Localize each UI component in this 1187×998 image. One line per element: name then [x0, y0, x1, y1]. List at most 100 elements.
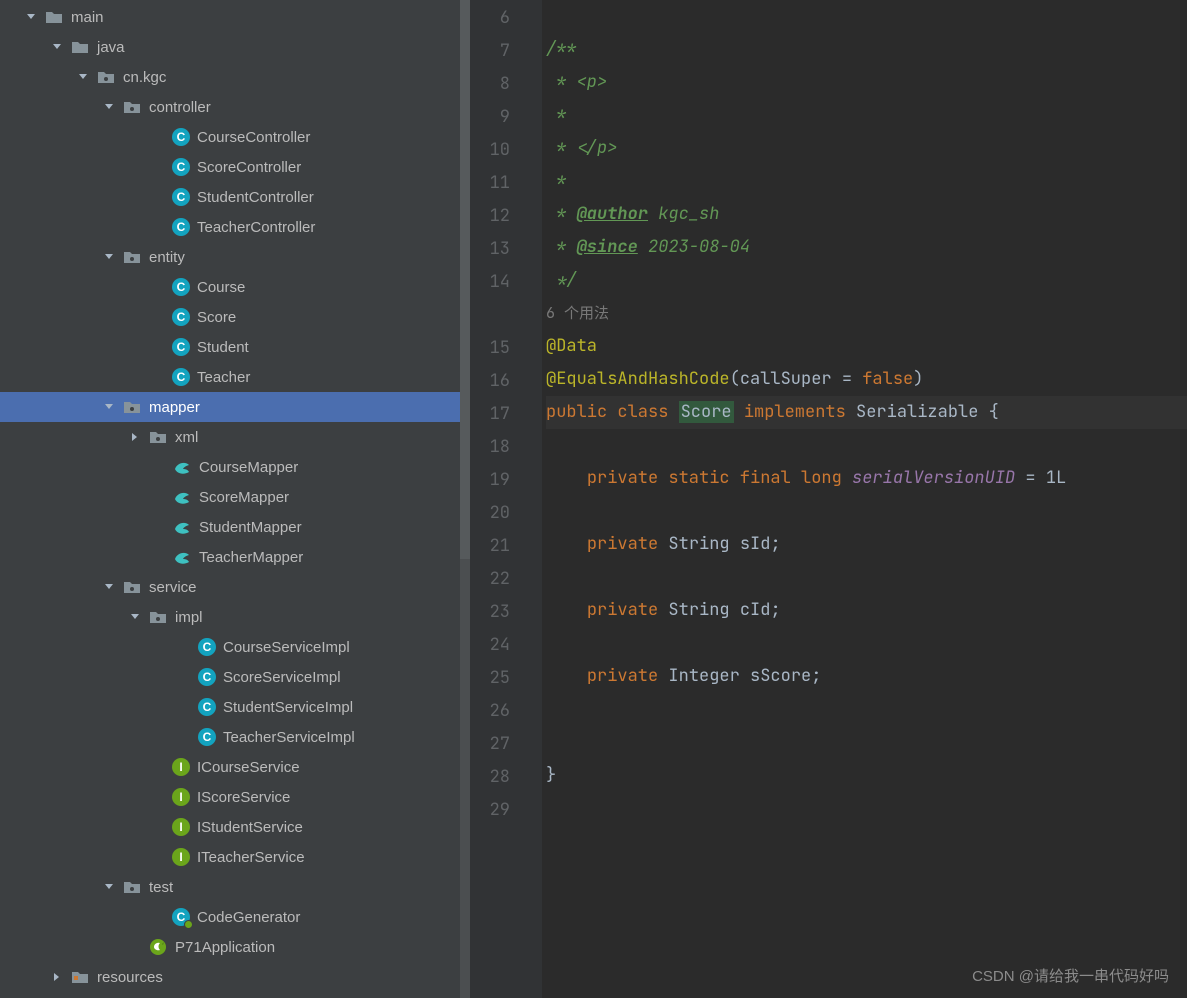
chevron-right-icon[interactable] — [126, 428, 144, 446]
tree-mapper-CourseMapper[interactable]: CourseMapper — [0, 452, 470, 482]
code-line[interactable]: /** — [546, 33, 1187, 66]
tree-folder-controller[interactable]: controller — [0, 92, 470, 122]
tree-class-TeacherServiceImpl[interactable]: CTeacherServiceImpl — [0, 722, 470, 752]
code-line[interactable]: * @since 2023-08-04 — [546, 231, 1187, 264]
tree-item-label: CourseServiceImpl — [223, 639, 350, 656]
folder-icon — [70, 37, 90, 57]
tree-class-TeacherController[interactable]: CTeacherController — [0, 212, 470, 242]
sidebar-scroll-thumb[interactable] — [460, 0, 470, 559]
mybatis-mapper-icon — [172, 457, 192, 477]
tree-class-CourseServiceImpl[interactable]: C CourseServiceImpl — [0, 632, 470, 662]
tree-item-label: mapper — [149, 399, 200, 416]
tree-folder-service[interactable]: service — [0, 572, 470, 602]
tree-item-label: ITeacherService — [197, 849, 305, 866]
tree-class-Student[interactable]: CStudent — [0, 332, 470, 362]
usage-hint-line[interactable]: 6 个用法 — [546, 297, 1187, 330]
tree-package-cn-kgc[interactable]: cn.kgc — [0, 62, 470, 92]
tree-item-label: CourseController — [197, 129, 310, 146]
usage-hint[interactable] — [480, 299, 510, 332]
chevron-down-icon[interactable] — [48, 38, 66, 56]
code-line[interactable] — [546, 495, 1187, 528]
code-line[interactable]: } — [546, 759, 1187, 792]
package-folder-icon — [148, 607, 168, 627]
tree-interface-ITeacherService[interactable]: IITeacherService — [0, 842, 470, 872]
chevron-down-icon[interactable] — [126, 608, 144, 626]
chevron-down-icon[interactable] — [22, 8, 40, 26]
tree-interface-ICourseService[interactable]: IICourseService — [0, 752, 470, 782]
class-icon: C — [172, 908, 190, 926]
tree-mapper-ScoreMapper[interactable]: ScoreMapper — [0, 482, 470, 512]
line-number: 6 — [480, 2, 510, 35]
tree-item-label: CodeGenerator — [197, 909, 300, 926]
chevron-down-icon[interactable] — [74, 68, 92, 86]
chevron-down-icon[interactable] — [100, 878, 118, 896]
class-icon: C — [172, 218, 190, 236]
tree-item-label: controller — [149, 99, 211, 116]
project-tree-panel[interactable]: mainjavacn.kgccontrollerCCourseControlle… — [0, 0, 470, 998]
tree-class-StudentController[interactable]: CStudentController — [0, 182, 470, 212]
tree-folder-mapper[interactable]: mapper — [0, 392, 470, 422]
sidebar-scrollbar[interactable] — [460, 0, 470, 998]
tree-item-label: Student — [197, 339, 249, 356]
code-line[interactable] — [546, 792, 1187, 825]
fold-strip[interactable] — [528, 0, 542, 998]
tree-folder-test[interactable]: test — [0, 872, 470, 902]
tree-folder-xml[interactable]: xml — [0, 422, 470, 452]
tree-item-label: entity — [149, 249, 185, 266]
tree-folder-resources[interactable]: resources — [0, 962, 470, 992]
code-line[interactable]: private String cId; — [546, 594, 1187, 627]
code-line[interactable]: * @author kgc_sh — [546, 198, 1187, 231]
mybatis-mapper-icon — [172, 487, 192, 507]
code-line[interactable] — [546, 627, 1187, 660]
project-tree[interactable]: mainjavacn.kgccontrollerCCourseControlle… — [0, 0, 470, 992]
tree-class-ScoreServiceImpl[interactable]: CScoreServiceImpl — [0, 662, 470, 692]
line-number: 18 — [480, 431, 510, 464]
tree-class-StudentServiceImpl[interactable]: CStudentServiceImpl — [0, 692, 470, 722]
code-line[interactable]: */ — [546, 264, 1187, 297]
tree-mapper-StudentMapper[interactable]: StudentMapper — [0, 512, 470, 542]
code-line[interactable] — [546, 561, 1187, 594]
code-line[interactable] — [546, 429, 1187, 462]
class-icon: C — [198, 638, 216, 656]
line-number: 28 — [480, 761, 510, 794]
tree-item-label: ScoreController — [197, 159, 301, 176]
tree-class-CourseController[interactable]: CCourseController — [0, 122, 470, 152]
tree-class-Score[interactable]: CScore — [0, 302, 470, 332]
code-line[interactable]: @EqualsAndHashCode(callSuper = false) — [546, 363, 1187, 396]
code-line[interactable] — [546, 726, 1187, 759]
code-line[interactable]: private String sId; — [546, 528, 1187, 561]
tree-class-Course[interactable]: CCourse — [0, 272, 470, 302]
tree-class-Teacher[interactable]: CTeacher — [0, 362, 470, 392]
tree-item-label: ScoreServiceImpl — [223, 669, 341, 686]
tree-interface-IStudentService[interactable]: IIStudentService — [0, 812, 470, 842]
tree-folder-impl[interactable]: impl — [0, 602, 470, 632]
chevron-down-icon[interactable] — [100, 98, 118, 116]
tree-item-label: P71Application — [175, 939, 275, 956]
class-icon: C — [172, 368, 190, 386]
code-line[interactable] — [546, 693, 1187, 726]
code-line[interactable]: * — [546, 165, 1187, 198]
chevron-down-icon[interactable] — [100, 398, 118, 416]
tree-spring-app[interactable]: P71Application — [0, 932, 470, 962]
chevron-down-icon[interactable] — [100, 578, 118, 596]
chevron-down-icon[interactable] — [100, 248, 118, 266]
tree-folder-java[interactable]: java — [0, 32, 470, 62]
tree-class-CodeGenerator[interactable]: C CodeGenerator — [0, 902, 470, 932]
code-line[interactable]: * <p> — [546, 66, 1187, 99]
code-line[interactable]: * </p> — [546, 132, 1187, 165]
tree-folder-entity[interactable]: entity — [0, 242, 470, 272]
code-editor[interactable]: 67891011121314 1516171819202122232425262… — [470, 0, 1187, 998]
code-line[interactable]: public class Score implements Serializab… — [546, 396, 1187, 429]
chevron-right-icon[interactable] — [48, 968, 66, 986]
code-line[interactable]: * — [546, 99, 1187, 132]
code-line[interactable]: private static final long serialVersionU… — [546, 462, 1187, 495]
tree-folder-main[interactable]: main — [0, 2, 470, 32]
tree-mapper-TeacherMapper[interactable]: TeacherMapper — [0, 542, 470, 572]
folder-icon — [44, 7, 64, 27]
code-line[interactable] — [546, 0, 1187, 33]
code-area[interactable]: /** * <p> * * </p> * * @author kgc_sh * … — [542, 0, 1187, 998]
code-line[interactable]: @Data — [546, 330, 1187, 363]
tree-class-ScoreController[interactable]: CScoreController — [0, 152, 470, 182]
tree-interface-IScoreService[interactable]: IIScoreService — [0, 782, 470, 812]
code-line[interactable]: private Integer sScore; — [546, 660, 1187, 693]
